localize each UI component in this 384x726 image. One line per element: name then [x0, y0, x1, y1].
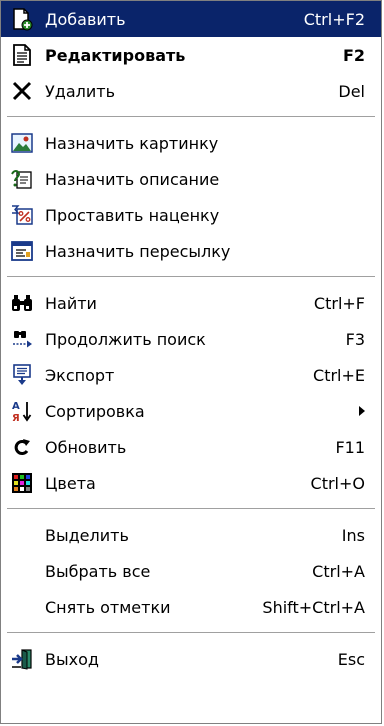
menu-item-refresh[interactable]: Обновить F11 — [1, 429, 381, 465]
find-next-icon — [3, 325, 41, 353]
menu-item-label: Удалить — [45, 81, 115, 101]
menu-item-label: Продолжить поиск — [45, 329, 206, 349]
delete-x-icon — [3, 77, 41, 105]
menu-item-label: Найти — [45, 293, 97, 313]
menu-item-delete[interactable]: Удалить Del — [1, 73, 381, 109]
menu-item-label: Добавить — [45, 9, 126, 29]
menu-item-label: Проставить наценку — [45, 205, 220, 225]
menu-item-shortcut: Ins — [341, 525, 365, 545]
menu-item-clear-marks[interactable]: Снять отметки Shift+Ctrl+A — [1, 589, 381, 625]
menu-item-label: Выделить — [45, 525, 129, 545]
menu-separator — [1, 269, 381, 285]
menu-separator — [1, 501, 381, 517]
markup-percent-icon — [3, 201, 41, 229]
menu-separator — [1, 625, 381, 641]
exit-door-icon — [3, 645, 41, 673]
menu-item-shortcut: F2 — [342, 45, 365, 65]
menu-item-find[interactable]: Найти Ctrl+F — [1, 285, 381, 321]
menu-item-label: Назначить картинку — [45, 133, 219, 153]
sort-az-icon: A Я — [3, 397, 41, 425]
menu-item-shortcut: Ctrl+O — [310, 473, 365, 493]
menu-item-exit[interactable]: Выход Esc — [1, 641, 381, 677]
menu-item-sort[interactable]: A Я Сортировка — [1, 393, 381, 429]
menu-item-shortcut: Del — [338, 81, 365, 101]
menu-item-label: Цвета — [45, 473, 96, 493]
menu-item-find-next[interactable]: Продолжить поиск F3 — [1, 321, 381, 357]
menu-item-shortcut: Ctrl+F2 — [303, 9, 365, 29]
menu-item-shortcut: Ctrl+F — [313, 293, 365, 313]
colors-grid-icon — [3, 469, 41, 497]
svg-text:Я: Я — [12, 413, 20, 423]
menu-item-select-all[interactable]: Выбрать все Ctrl+A — [1, 553, 381, 589]
menu-item-label: Сортировка — [45, 401, 145, 421]
menu-item-label: Экспорт — [45, 365, 115, 385]
menu-item-set-markup[interactable]: Проставить наценку — [1, 197, 381, 233]
menu-item-shortcut: F11 — [335, 437, 365, 457]
refresh-icon — [3, 433, 41, 461]
menu-item-shortcut: Esc — [337, 649, 365, 669]
menu-item-label: Назначить пересылку — [45, 241, 231, 261]
description-icon — [3, 165, 41, 193]
menu-item-shortcut: Ctrl+A — [312, 561, 365, 581]
menu-item-shortcut: Ctrl+E — [313, 365, 365, 385]
menu-item-colors[interactable]: Цвета Ctrl+O — [1, 465, 381, 501]
edit-document-icon — [3, 41, 41, 69]
menu-item-label: Выбрать все — [45, 561, 151, 581]
menu-item-shortcut: F3 — [345, 329, 365, 349]
menu-item-assign-picture[interactable]: Назначить картинку — [1, 125, 381, 161]
shipping-form-icon — [3, 237, 41, 265]
menu-item-label: Снять отметки — [45, 597, 171, 617]
context-menu: Добавить Ctrl+F2 Редактировать F2 Удалит… — [0, 0, 382, 724]
binoculars-icon — [3, 289, 41, 317]
menu-item-export[interactable]: Экспорт Ctrl+E — [1, 357, 381, 393]
menu-item-shortcut: Shift+Ctrl+A — [262, 597, 365, 617]
menu-item-label: Обновить — [45, 437, 127, 457]
menu-separator — [1, 109, 381, 125]
menu-item-select[interactable]: Выделить Ins — [1, 517, 381, 553]
submenu-arrow-icon — [355, 406, 365, 416]
svg-text:A: A — [12, 401, 20, 412]
menu-item-edit[interactable]: Редактировать F2 — [1, 37, 381, 73]
export-icon — [3, 361, 41, 389]
menu-item-label: Редактировать — [45, 45, 186, 65]
add-document-icon — [3, 5, 41, 33]
menu-item-add[interactable]: Добавить Ctrl+F2 — [1, 1, 381, 37]
picture-icon — [3, 129, 41, 157]
menu-item-label: Назначить описание — [45, 169, 220, 189]
menu-item-assign-shipping[interactable]: Назначить пересылку — [1, 233, 381, 269]
menu-item-assign-description[interactable]: Назначить описание — [1, 161, 381, 197]
menu-item-label: Выход — [45, 649, 99, 669]
